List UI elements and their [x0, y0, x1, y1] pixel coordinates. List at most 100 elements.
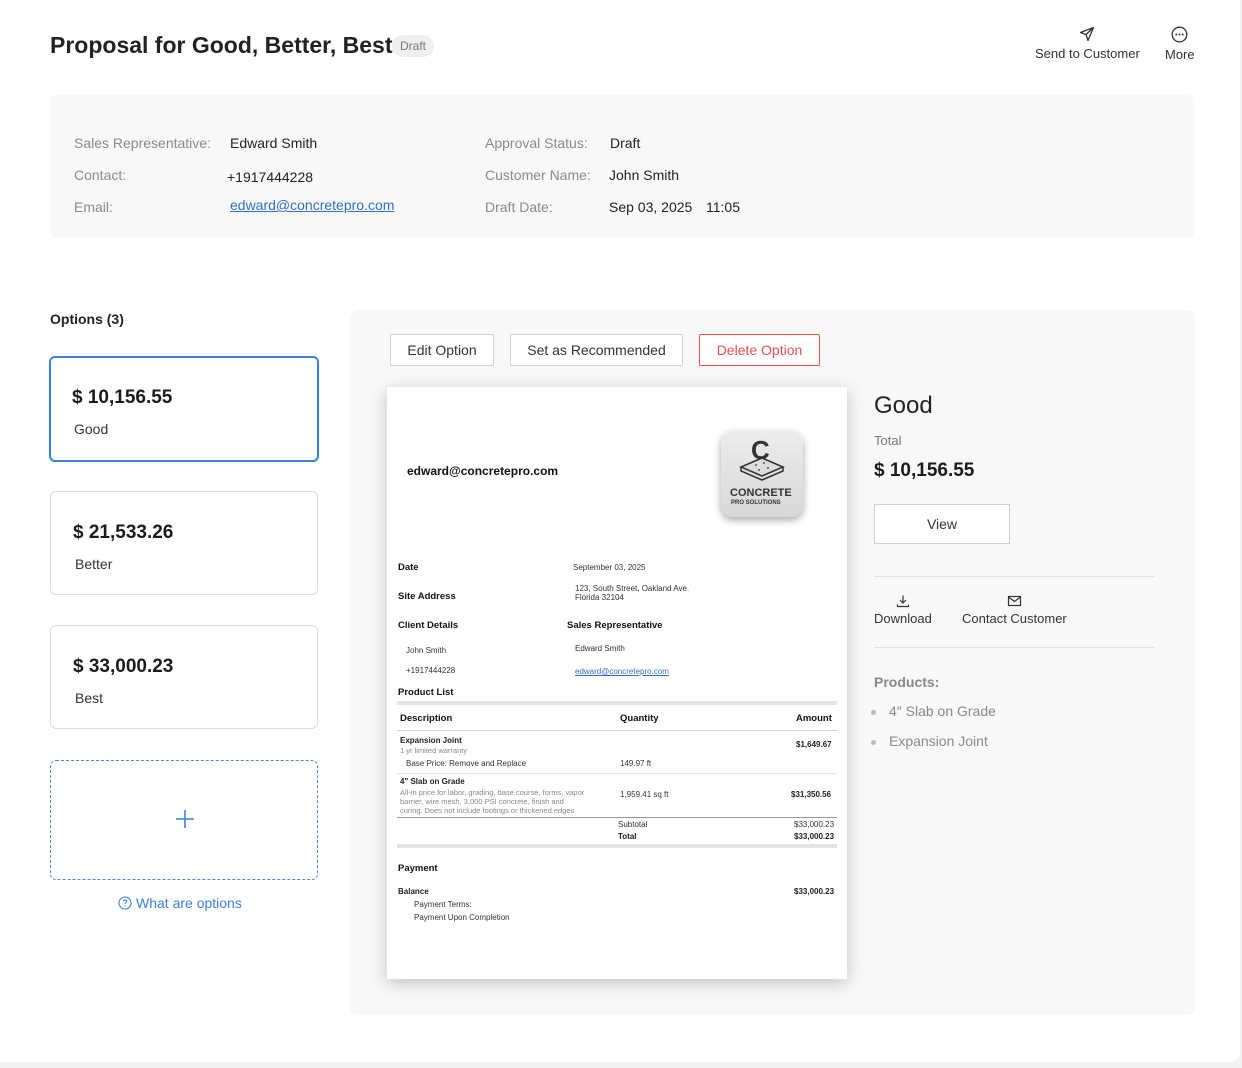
email-link[interactable]: edward@concretepro.com [230, 197, 394, 213]
logo-name: CONCRETE [730, 487, 792, 499]
option-title: Good [874, 392, 933, 419]
download-label: Download [874, 611, 932, 626]
view-button[interactable]: View [874, 504, 1010, 544]
doc-item-note: 1 yr limited warranty [400, 746, 468, 755]
doc-subtotal-label: Subtotal [618, 820, 648, 829]
email-label: Email: [74, 199, 113, 215]
approval-status-value: Draft [610, 135, 641, 151]
proposal-document-preview[interactable]: edward@concretepro.com C CONCRETE PRO SO… [387, 387, 847, 979]
product-item: 4″ Slab on Grade [889, 703, 996, 719]
option-price: $ 10,156.55 [72, 387, 173, 408]
doc-col-quantity: Quantity [620, 713, 659, 724]
download-button[interactable]: Download [874, 594, 932, 626]
doc-divider [397, 817, 837, 818]
doc-divider [397, 730, 837, 731]
more-button[interactable]: More [1165, 26, 1195, 62]
product-item: Expansion Joint [889, 733, 988, 749]
status-badge: Draft [392, 35, 435, 57]
approval-status-label: Approval Status: [485, 135, 588, 151]
doc-item-note: barrier, wire mesh, 3,000 PSI concrete, … [400, 797, 564, 806]
doc-terms-label: Payment Terms: [414, 900, 472, 909]
options-heading: Options (3) [50, 311, 124, 327]
doc-rep-name: Edward Smith [575, 644, 625, 653]
what-are-options-link[interactable]: What are options [118, 895, 242, 911]
divider [874, 647, 1154, 648]
set-recommended-button[interactable]: Set as Recommended [510, 334, 683, 366]
send-to-customer-button[interactable]: Send to Customer [1035, 26, 1140, 61]
add-option-button[interactable] [50, 760, 318, 880]
doc-item-note: All-in price for labor, grading, base co… [400, 788, 585, 797]
doc-site-label: Site Address [398, 591, 456, 602]
doc-item-qty: 149.97 ft [620, 759, 652, 768]
customer-name-label: Customer Name: [485, 167, 591, 183]
total-label: Total [874, 433, 902, 448]
doc-balance-value: $33,000.23 [794, 887, 835, 896]
sales-rep-label: Sales Representative: [74, 135, 211, 151]
option-name: Better [75, 556, 113, 572]
doc-email: edward@concretepro.com [407, 464, 559, 478]
doc-subtotal-value: $33,000.23 [794, 820, 835, 829]
logo-tagline: PRO SOLUTIONS [731, 500, 781, 506]
concrete-slab-icon [739, 457, 785, 481]
draft-date-value: Sep 03, 2025 [609, 199, 693, 215]
download-icon [896, 595, 910, 608]
bullet-icon [871, 710, 876, 715]
option-card-best[interactable]: $ 33,000.23 Best [50, 625, 318, 729]
page-title: Proposal for Good, Better, Best [50, 32, 393, 58]
total-value: $ 10,156.55 [874, 460, 975, 481]
doc-client-name: John Smith [406, 646, 447, 655]
company-logo: C CONCRETE PRO SOLUTIONS [721, 431, 803, 517]
edit-option-button[interactable]: Edit Option [390, 334, 494, 366]
doc-divider [397, 773, 837, 774]
option-card-good[interactable]: $ 10,156.55 Good [49, 356, 319, 462]
send-icon [1080, 26, 1095, 42]
customer-name-value: John Smith [609, 167, 680, 183]
doc-client-label: Client Details [398, 620, 459, 631]
doc-item-amount: $1,649.67 [796, 740, 832, 749]
doc-rep-label: Sales Representative [567, 620, 663, 631]
more-icon [1171, 26, 1188, 43]
proposal-page: Proposal for Good, Better, Best Draft Se… [0, 0, 1240, 1062]
products-label: Products: [874, 674, 940, 690]
doc-balance-label: Balance [398, 887, 429, 896]
doc-site-line2: Florida 32104 [575, 593, 624, 602]
send-to-customer-label: Send to Customer [1035, 46, 1140, 61]
contact-value: +1917444228 [227, 169, 314, 185]
doc-payment-label: Payment [398, 863, 438, 874]
draft-time-value: 11:05 [706, 199, 740, 215]
divider [874, 576, 1154, 577]
option-name: Best [75, 690, 104, 706]
help-circle-icon [118, 896, 132, 910]
doc-client-phone: +1917444228 [406, 666, 456, 675]
doc-date-label: Date [398, 562, 419, 573]
doc-item-name: 4" Slab on Grade [400, 777, 465, 786]
doc-total-value: $33,000.23 [794, 832, 835, 841]
doc-item-qty: 1,959.41 sq ft [620, 790, 669, 799]
contact-customer-button[interactable]: Contact Customer [962, 594, 1067, 626]
contact-customer-label: Contact Customer [962, 611, 1067, 626]
option-card-better[interactable]: $ 21,533.26 Better [50, 491, 318, 595]
doc-item-sub: Base Price: Remove and Replace [406, 759, 527, 768]
option-price: $ 21,533.26 [73, 522, 174, 543]
bullet-icon [871, 740, 876, 745]
plus-icon [176, 810, 194, 828]
draft-date-label: Draft Date: [485, 199, 553, 215]
doc-terms-value: Payment Upon Completion [414, 913, 510, 922]
sales-rep-value: Edward Smith [230, 135, 318, 151]
more-label: More [1165, 47, 1195, 62]
doc-divider [397, 844, 837, 848]
delete-option-button[interactable]: Delete Option [699, 334, 820, 366]
option-name: Good [74, 421, 109, 437]
doc-item-amount: $31,350.56 [791, 790, 832, 799]
doc-item-note: curing. Does not include footings or thi… [400, 806, 575, 815]
doc-rep-email: edward@concretepro.com [575, 667, 669, 676]
option-price: $ 33,000.23 [73, 656, 174, 677]
doc-date-value: September 03, 2025 [573, 563, 646, 572]
doc-product-list-label: Product List [398, 687, 454, 698]
contact-label: Contact: [74, 167, 127, 183]
doc-total-label: Total [618, 832, 637, 841]
what-are-options-label: What are options [136, 895, 242, 911]
mail-icon [1007, 595, 1021, 607]
doc-col-amount: Amount [796, 713, 832, 724]
doc-col-description: Description [400, 713, 453, 724]
